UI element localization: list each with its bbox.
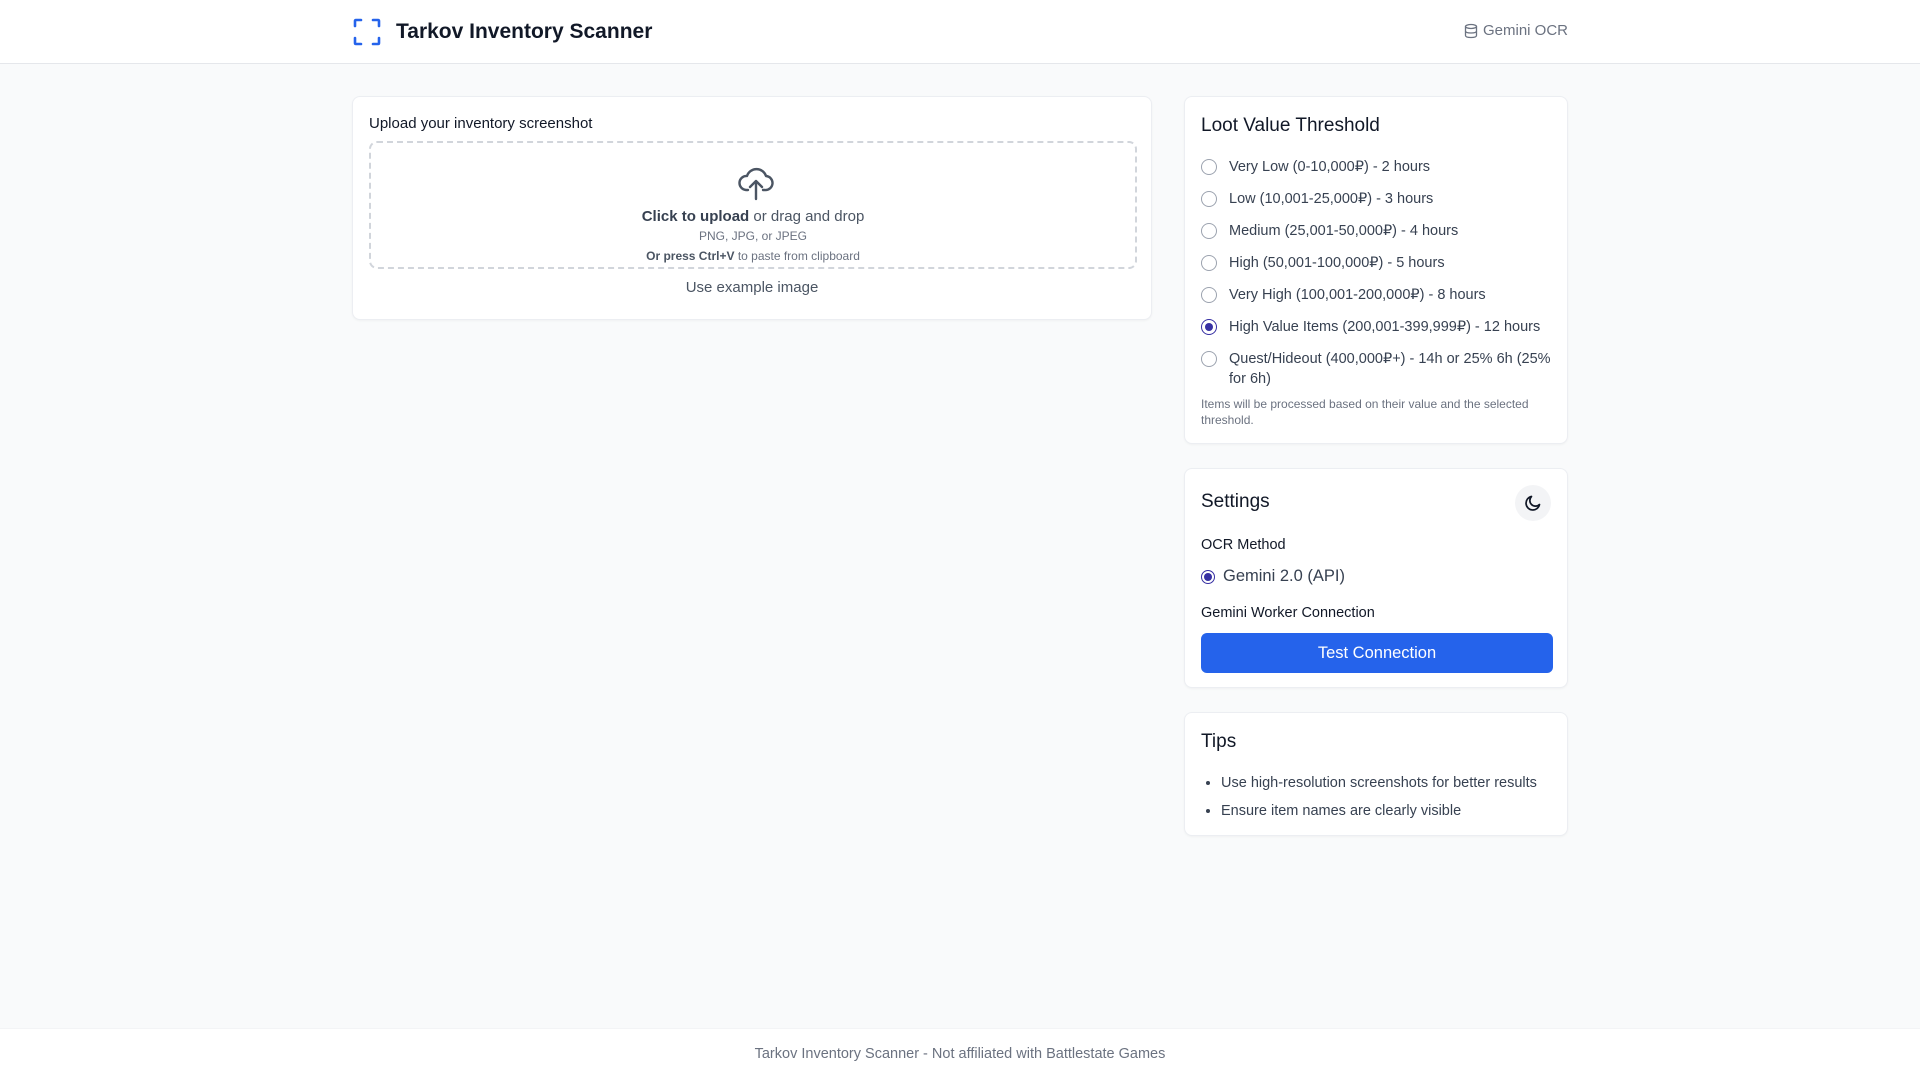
ocr-badge: Gemini OCR	[1463, 22, 1568, 39]
tip-item: Ensure item names are clearly visible	[1221, 801, 1551, 829]
threshold-radio[interactable]	[1201, 223, 1217, 239]
threshold-option-label: High Value Items (200,001-399,999₽) - 12…	[1229, 319, 1541, 335]
tips-card: Tips Use high-resolution screenshots for…	[1184, 712, 1568, 836]
threshold-radio[interactable]	[1201, 351, 1217, 367]
threshold-option-label: Very High (100,001-200,000₽) - 8 hours	[1229, 287, 1486, 303]
settings-card: Settings OCR Method Gemini 2.0 (API) Gem…	[1184, 468, 1568, 688]
footer-text: Tarkov Inventory Scanner - Not affiliate…	[754, 1046, 1166, 1062]
threshold-option-label: Low (10,001-25,000₽) - 3 hours	[1229, 191, 1434, 207]
threshold-option[interactable]: Very High (100,001-200,000₽) - 8 hours	[1201, 285, 1553, 305]
upload-dropzone[interactable]: Click to upload or drag and drop PNG, JP…	[369, 141, 1137, 269]
tip-item: Use high-resolution screenshots for bett…	[1221, 773, 1551, 801]
settings-title: Settings	[1201, 491, 1270, 512]
click-to-upload-text: Click to upload	[641, 208, 750, 225]
threshold-note: Items will be processed based on their v…	[1201, 397, 1529, 427]
upload-card: Upload your inventory screenshot Click t…	[352, 96, 1152, 320]
threshold-option[interactable]: Very Low (0-10,000₽) - 2 hours	[1201, 157, 1553, 177]
ocr-badge-label: Gemini OCR	[1482, 22, 1568, 39]
theme-toggle-button[interactable]	[1515, 485, 1551, 521]
brand: Tarkov Inventory Scanner	[352, 17, 652, 47]
worker-connection-label: Gemini Worker Connection	[1201, 605, 1375, 621]
threshold-option-label: High (50,001-100,000₽) - 5 hours	[1229, 255, 1445, 271]
app-footer: Tarkov Inventory Scanner - Not affiliate…	[0, 1028, 1920, 1080]
threshold-radio[interactable]	[1201, 191, 1217, 207]
scan-frame-icon	[353, 18, 381, 46]
database-icon	[1464, 23, 1478, 38]
threshold-radio[interactable]	[1201, 287, 1217, 303]
moon-icon	[1525, 495, 1541, 511]
paste-hint: Or press Ctrl+V to paste from clipboard	[371, 249, 1135, 263]
ocr-method-radio[interactable]	[1201, 569, 1215, 584]
upload-label: Upload your inventory screenshot	[369, 115, 593, 132]
paste-shortcut: Or press Ctrl+V	[646, 249, 735, 263]
ocr-method-option[interactable]: Gemini 2.0 (API)	[1201, 567, 1345, 586]
upload-instructions: Click to upload or drag and drop	[371, 208, 1135, 225]
threshold-card: Loot Value Threshold Very Low (0-10,000₽…	[1184, 96, 1568, 444]
threshold-title: Loot Value Threshold	[1201, 115, 1380, 136]
use-example-image-link[interactable]: Use example image	[353, 279, 1151, 296]
threshold-option[interactable]: Medium (25,001-50,000₽) - 4 hours	[1201, 221, 1553, 241]
app-header: Tarkov Inventory Scanner Gemini OCR	[0, 0, 1920, 64]
ocr-method-option-label: Gemini 2.0 (API)	[1223, 567, 1345, 585]
threshold-radio[interactable]	[1201, 319, 1217, 335]
threshold-option-label: Very Low (0-10,000₽) - 2 hours	[1229, 159, 1431, 175]
ocr-method-label: OCR Method	[1201, 537, 1286, 553]
cloud-upload-icon	[738, 167, 774, 201]
threshold-option[interactable]: High (50,001-100,000₽) - 5 hours	[1201, 253, 1553, 273]
threshold-option[interactable]: High Value Items (200,001-399,999₽) - 12…	[1201, 317, 1553, 337]
test-connection-button[interactable]: Test Connection	[1201, 633, 1553, 673]
app-title: Tarkov Inventory Scanner	[396, 20, 653, 43]
threshold-radio[interactable]	[1201, 255, 1217, 271]
upload-formats: PNG, JPG, or JPEG	[698, 229, 808, 243]
threshold-radio[interactable]	[1201, 159, 1217, 175]
threshold-option[interactable]: Quest/Hideout (400,000₽+) - 14h or 25% 6…	[1201, 349, 1553, 389]
tips-title: Tips	[1201, 731, 1237, 752]
threshold-option-label: Medium (25,001-50,000₽) - 4 hours	[1229, 223, 1459, 239]
paste-hint-text: to paste from clipboard	[734, 249, 860, 263]
tips-list: Use high-resolution screenshots for bett…	[1221, 773, 1551, 829]
threshold-option[interactable]: Low (10,001-25,000₽) - 3 hours	[1201, 189, 1553, 209]
drag-drop-text: or drag and drop	[749, 208, 865, 225]
threshold-option-label: Quest/Hideout (400,000₽+) - 14h or 25% 6…	[1229, 351, 1551, 387]
